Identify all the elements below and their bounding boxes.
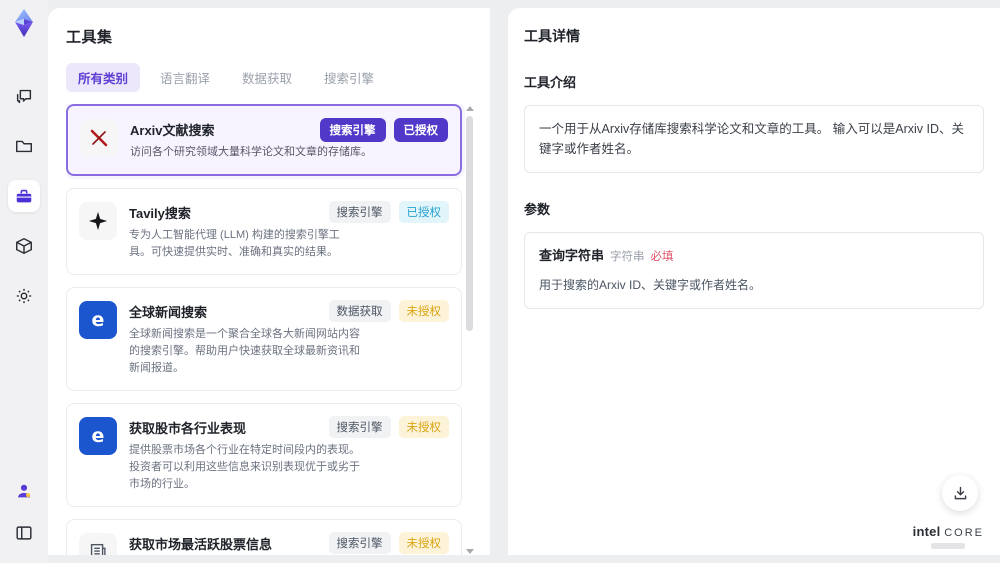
auth-status-badge: 已授权 [393,118,448,142]
tool-list: Arxiv文献搜索 访问各个研究领域大量科学论文和文章的存储库。 搜索引擎 已授权 Ta… [66,104,474,555]
sidebar-item-collapse-panel[interactable] [8,517,40,549]
news-app-icon: e [79,417,117,456]
user-avatar-icon [14,481,34,501]
tab-category-3[interactable]: 搜索引擎 [312,63,386,92]
brand-intel-text: intel [912,524,941,539]
gear-icon [14,286,34,306]
category-badge: 搜索引擎 [328,201,391,224]
tab-category-0[interactable]: 所有类别 [66,63,141,92]
tool-description: 提供股票市场各个行业在特定时间段内的表现。投资者可以利用这些信息来识别表现优于或… [129,444,360,491]
list-scrollbar[interactable] [465,104,474,555]
tool-card[interactable]: Tavily搜索 专为人工智能代理 (LLM) 构建的搜索引擎工具。可快速提供实时… [66,188,462,276]
auth-status-badge: 未授权 [398,416,449,439]
package-cube-icon [14,236,34,256]
params-box: 查询字符串 字符串 必填用于搜索的Arxiv ID、关键字或作者姓名。 [524,232,984,309]
auth-status-badge: 已授权 [398,201,449,224]
sidebar-item-user[interactable] [8,475,40,507]
auth-status-badge: 未授权 [398,532,449,555]
tab-category-2[interactable]: 数据获取 [230,63,304,92]
scrollbar-thumb[interactable] [466,116,473,331]
brand-core-text: core [944,527,984,539]
tool-badges: 搜索引擎 已授权 [319,118,448,142]
panel-layout-icon [14,523,34,543]
tool-badges: 数据获取 未授权 [328,300,449,323]
chat-bubbles-icon [14,86,34,106]
tool-detail-panel: 工具详情 工具介绍 一个用于从Arxiv存储库搜索科学论文和文章的工具。 输入可… [508,8,1000,555]
tool-card[interactable]: Arxiv文献搜索 访问各个研究领域大量科学论文和文章的存储库。 搜索引擎 已授权 [66,104,462,177]
left-rail [0,0,48,563]
tool-description: 专为人工智能代理 (LLM) 构建的搜索引擎工具。可快速提供实时、准确和真实的结… [129,229,340,259]
category-tabs: 所有类别 语言翻译 数据获取 搜索引擎 [66,63,474,92]
arxiv-logo-icon [80,119,118,157]
detail-title: 工具详情 [524,28,580,44]
scroll-up-arrow-icon[interactable] [466,106,474,111]
rail-bottom [8,475,40,549]
app-logo[interactable] [9,8,39,38]
intro-box: 一个用于从Arxiv存储库搜索科学论文和文章的工具。 输入可以是Arxiv ID… [524,105,984,173]
tool-card[interactable]: 获取市场最活跃股票信息提供当天交易量最高的股票列表，投资者可以利用这些信息来识别… [66,519,462,555]
auth-status-badge: 未授权 [398,300,449,323]
toolbox-icon [14,186,34,206]
param-type: 字符串 [610,251,645,263]
sidebar-item-package[interactable] [8,230,40,262]
category-badge: 数据获取 [328,300,391,323]
category-badge: 搜索引擎 [319,118,386,142]
rail-nav [8,80,40,312]
param-description: 用于搜索的Arxiv ID、关键字或作者姓名。 [539,277,762,292]
tool-card[interactable]: e 全球新闻搜索 全球新闻搜索是一个聚合全球各大新闻网站内容的搜索引擎。帮助用户快速… [66,287,462,392]
brand-subtext [931,543,966,549]
tool-description: 访问各个研究领域大量科学论文和文章的存储库。 [130,146,372,158]
tool-card[interactable]: e 获取股市各行业表现 提供股票市场各个行业在特定时间段内的表现。投资者可以利用这些… [66,403,462,508]
tool-badges: 搜索引擎 未授权 [328,532,449,555]
param-required-label: 必填 [650,251,674,263]
download-tray-icon [954,486,966,499]
scroll-down-arrow-icon[interactable] [466,549,474,554]
sidebar-item-toolbox[interactable] [8,180,40,212]
tool-description: 全球新闻搜索是一个聚合全球各大新闻网站内容的搜索引擎。帮助用户快速获取全球最新资… [129,328,360,375]
page-title: 工具集 [66,29,113,46]
category-badge: 搜索引擎 [328,416,391,439]
category-badge: 搜索引擎 [328,532,391,555]
tool-badges: 搜索引擎 未授权 [328,416,449,439]
sidebar-item-settings[interactable] [8,280,40,312]
folder-icon [14,136,34,156]
newspaper-icon [79,533,117,555]
sidebar-item-chat[interactable] [8,80,40,112]
tavily-star-icon [79,202,117,241]
params-heading: 参数 [524,202,551,217]
tool-badges: 搜索引擎 已授权 [328,201,449,224]
news-app-icon: e [79,301,117,340]
tool-list-panel: 工具集 所有类别 语言翻译 数据获取 搜索引擎 Arxiv文献搜索 访问各个研究领域大量… [48,8,490,555]
sidebar-item-folder[interactable] [8,130,40,162]
param-row: 查询字符串 字符串 必填用于搜索的Arxiv ID、关键字或作者姓名。 [539,246,969,295]
param-name: 查询字符串 [539,248,605,263]
tab-category-1[interactable]: 语言翻译 [148,63,222,92]
gradient-diamond-logo [15,9,33,37]
download-button[interactable] [942,475,978,511]
intro-heading: 工具介绍 [524,75,577,90]
brand-logo: intel core [913,525,984,549]
